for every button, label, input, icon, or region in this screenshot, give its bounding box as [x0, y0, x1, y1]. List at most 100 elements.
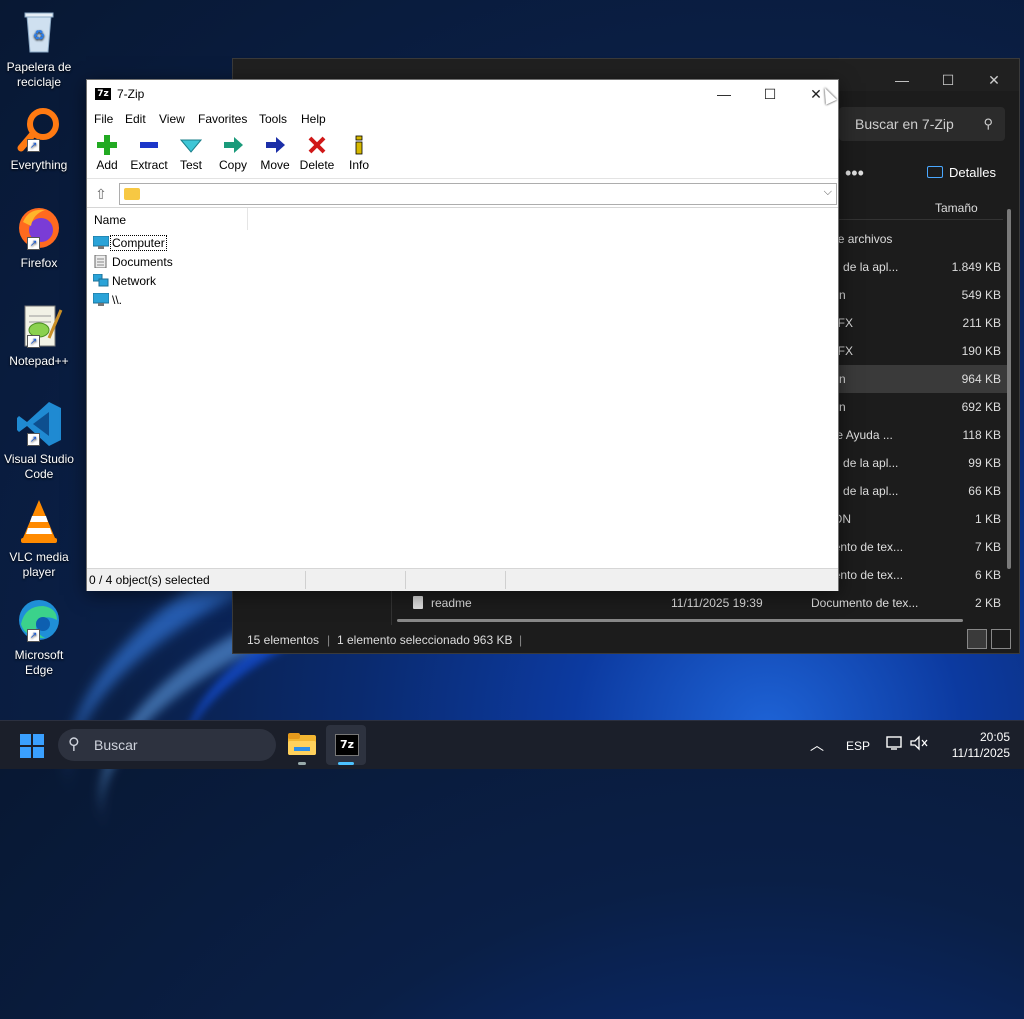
windows-logo-icon — [20, 734, 31, 745]
taskbar-clock[interactable]: 20:05 11/11/2025 — [940, 729, 1010, 761]
item-label: Documents — [112, 255, 173, 269]
more-options-icon[interactable]: ••• — [845, 163, 864, 184]
shortcut-arrow-icon: ↗ — [27, 433, 40, 446]
desktop-icon-vscode[interactable]: ↗ Visual Studio Code — [2, 400, 76, 482]
taskbar-7zip[interactable]: 7z — [326, 725, 366, 765]
running-indicator — [298, 762, 306, 765]
taskbar-file-explorer[interactable] — [282, 725, 322, 765]
desktop-icon-vlc[interactable]: VLC media player — [2, 498, 76, 580]
test-icon — [171, 134, 211, 158]
move-label: Move — [260, 158, 290, 172]
text-file-icon — [413, 596, 423, 609]
menu-file[interactable]: File — [94, 112, 113, 126]
active-indicator — [338, 762, 354, 765]
file-size: 190 KB — [961, 344, 1001, 358]
copy-label: Copy — [218, 158, 247, 172]
notepad-plus-plus-icon: ↗ — [15, 302, 63, 350]
test-label: Test — [179, 158, 202, 172]
taskbar-search-box[interactable]: ⚲ Buscar — [58, 729, 276, 761]
folder-up-icon[interactable]: ⇧ — [91, 184, 111, 204]
desktop-icon-notepadpp[interactable]: ↗ Notepad++ — [2, 302, 76, 369]
network-icon[interactable] — [886, 735, 902, 753]
add-button[interactable]: Add — [87, 134, 127, 172]
sevenzip-titlebar[interactable]: 7z 7-Zip — ☐ ✕ — [87, 80, 838, 108]
file-size: 7 KB — [974, 540, 1001, 554]
sevenzip-taskbar-icon: 7z — [335, 734, 359, 756]
chevron-down-icon[interactable]: ⌵ — [824, 186, 832, 199]
file-list[interactable]: Name Computer Documents Network \\. — [87, 207, 838, 566]
desktop-icon-recycle-bin[interactable]: ♻ Papelera de reciclaje — [2, 8, 76, 90]
sevenzip-window: 7z 7-Zip — ☐ ✕ File Edit View Favorites … — [86, 79, 839, 591]
windows-logo-icon — [20, 747, 31, 758]
folder-icon — [124, 188, 140, 200]
test-button[interactable]: Test — [171, 134, 211, 172]
address-bar-row: ⇧ ⌵ — [87, 182, 838, 206]
shortcut-arrow-icon: ↗ — [27, 629, 40, 642]
maximize-button[interactable]: ☐ — [747, 80, 793, 108]
file-size: 549 KB — [961, 288, 1001, 302]
file-size: 1.849 KB — [951, 260, 1001, 274]
column-header-size[interactable]: Tamaño — [837, 197, 1003, 220]
documents-icon — [94, 255, 107, 268]
details-label: Detalles — [949, 165, 996, 180]
extract-button[interactable]: Extract — [129, 134, 169, 172]
desktop-icon-edge[interactable]: ↗ Microsoft Edge — [2, 596, 76, 678]
desktop-icon-label: Microsoft Edge — [14, 648, 64, 677]
file-size: 692 KB — [961, 400, 1001, 414]
item-label: \\. — [112, 293, 123, 307]
delete-button[interactable]: Delete — [297, 134, 337, 172]
shortcut-arrow-icon: ↗ — [27, 335, 40, 348]
window-title: 7-Zip — [117, 87, 145, 101]
explorer-search-box[interactable]: Buscar en 7-Zip ⚲ — [839, 107, 1005, 141]
explorer-close-button[interactable]: ✕ — [971, 65, 1017, 95]
info-button[interactable]: Info — [339, 134, 379, 172]
extract-icon — [129, 134, 169, 158]
tray-overflow-chevron-icon[interactable]: ︿ — [810, 735, 824, 755]
file-size: 964 KB — [961, 372, 1001, 386]
search-icon: ⚲ — [983, 116, 993, 131]
language-indicator[interactable]: ESP — [846, 739, 870, 753]
details-view-button[interactable] — [967, 629, 987, 649]
desktop-icon-everything[interactable]: ↗ Everything — [2, 106, 76, 173]
desktop-icon-label: Visual Studio Code — [4, 452, 74, 481]
menu-favorites[interactable]: Favorites — [198, 112, 247, 126]
menu-edit[interactable]: Edit — [125, 112, 146, 126]
file-size: 211 KB — [962, 316, 1001, 330]
desktop-icon-label: Papelera de reciclaje — [6, 60, 72, 89]
vertical-scrollbar[interactable] — [1007, 209, 1011, 569]
status-separator: | — [519, 633, 523, 647]
move-button[interactable]: Move — [255, 134, 295, 172]
file-name: readme — [431, 596, 472, 610]
menu-tools[interactable]: Tools — [259, 112, 287, 126]
computer-icon — [93, 236, 109, 249]
file-type: Documento de tex... — [811, 596, 919, 610]
sevenzip-logo-icon: 7z — [95, 88, 111, 100]
item-label: Computer — [110, 235, 167, 251]
desktop-icon-label: Everything — [10, 158, 68, 172]
copy-button[interactable]: Copy — [213, 134, 253, 172]
status-divider — [505, 571, 506, 589]
tiles-view-button[interactable] — [991, 629, 1011, 649]
shortcut-arrow-icon: ↗ — [27, 237, 40, 250]
column-size-label: Tamaño — [935, 201, 978, 215]
windows-logo-icon — [33, 747, 44, 758]
menu-view[interactable]: View — [159, 112, 185, 126]
details-button[interactable]: Detalles — [927, 165, 996, 180]
svg-text:♻: ♻ — [33, 27, 46, 43]
firefox-icon: ↗ — [15, 204, 63, 252]
volume-muted-icon[interactable] — [910, 735, 928, 753]
address-combobox[interactable]: ⌵ — [119, 183, 837, 205]
file-size: 99 KB — [968, 456, 1001, 470]
toolbar: Add Extract Test Copy Move Delete Info — [87, 132, 838, 179]
column-header-name[interactable]: Name — [87, 208, 248, 230]
delete-icon — [297, 134, 337, 158]
file-size: 1 KB — [974, 512, 1001, 526]
minimize-button[interactable]: — — [701, 80, 747, 108]
explorer-maximize-button[interactable]: ☐ — [925, 65, 971, 95]
explorer-minimize-button[interactable]: — — [879, 65, 925, 95]
start-button[interactable] — [20, 734, 44, 758]
desktop-icon-firefox[interactable]: ↗ Firefox — [2, 204, 76, 271]
menu-help[interactable]: Help — [301, 112, 326, 126]
horizontal-scrollbar[interactable] — [397, 619, 963, 622]
taskbar: ⚲ Buscar 7z ︿ ESP 20:05 11/11/2025 — [0, 720, 1024, 769]
